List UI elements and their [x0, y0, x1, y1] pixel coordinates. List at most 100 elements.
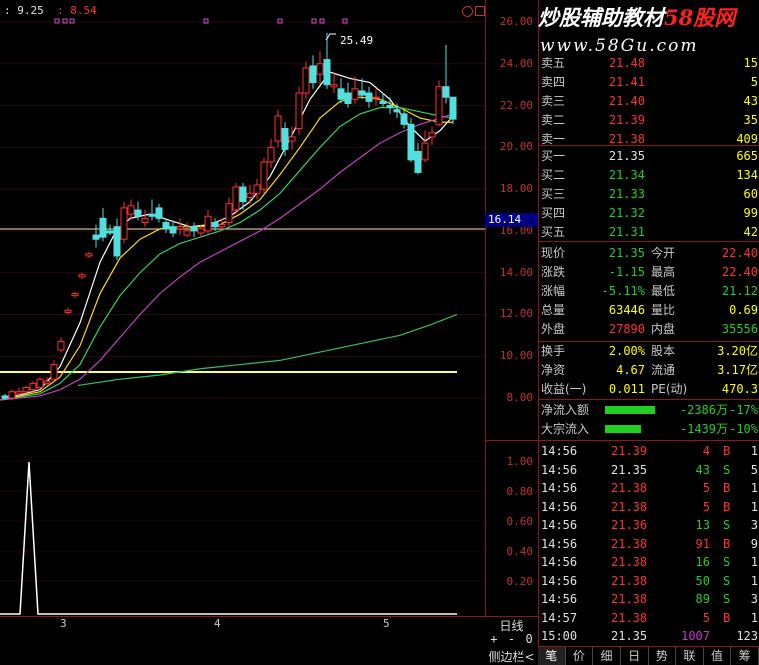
candle-body: [1, 395, 9, 399]
candle-body: [316, 63, 324, 75]
ask-volume: 35: [743, 113, 758, 127]
quote-value-2: 22.40: [721, 246, 758, 260]
candle-body: [57, 341, 65, 351]
quote-label: 涨幅: [541, 284, 566, 298]
tick-side: S: [723, 555, 731, 569]
tab-7[interactable]: 值: [704, 647, 732, 665]
tick-time: 14:56: [541, 462, 578, 477]
bid-row-3[interactable]: 买三 21.33 60: [539, 185, 759, 204]
bid-volume: 134: [736, 168, 758, 182]
fundamental-label: 换手: [541, 344, 566, 358]
close-icon[interactable]: [462, 6, 473, 17]
ask-row-4[interactable]: 卖四 21.41 5: [539, 73, 759, 92]
tab-3[interactable]: 细: [593, 647, 621, 665]
fundamental-value-2: 3.17亿: [717, 363, 758, 377]
ask-row-5[interactable]: 卖五 21.48 15: [539, 54, 759, 73]
quote-label: 现价: [541, 246, 566, 260]
tick-row: 14:56 21.38 50 S 1: [539, 572, 759, 591]
ask-row-2[interactable]: 卖二 21.39 35: [539, 111, 759, 130]
quote-label-2: 最低: [651, 284, 676, 298]
tick-side: B: [723, 481, 731, 495]
x-label-4: 4: [214, 617, 221, 630]
tick-row: 15:00 21.35 1007 123: [539, 627, 759, 646]
candle-body: [442, 86, 450, 98]
fund-flow-percent: -10%: [729, 422, 758, 436]
tab-2[interactable]: 价: [566, 647, 594, 665]
candlestick-chart[interactable]: 25.49: [0, 0, 485, 440]
quote-row: 现价 21.35 今开 22.40: [539, 244, 759, 263]
bid-row-1[interactable]: 买一 21.35 665: [539, 147, 759, 166]
quote-label-2: 量比: [651, 303, 676, 317]
tab-8[interactable]: 筹: [731, 647, 759, 665]
fund-flow-percent: -17%: [729, 403, 758, 417]
candle-body: [330, 84, 338, 88]
bid-volume: 99: [743, 206, 758, 220]
ask-row-3[interactable]: 卖三 21.40 43: [539, 92, 759, 111]
ask-volume: 15: [743, 56, 758, 70]
tick-price: 21.38: [611, 573, 648, 588]
tick-time: 14:56: [541, 444, 578, 458]
candle-body: [183, 230, 191, 236]
tick-row: 14:56 21.38 5 B 1: [539, 498, 759, 517]
tab-4[interactable]: 日: [621, 647, 649, 665]
tick-time: 14:57: [541, 610, 578, 625]
quote-panel: 卖五 21.48 15 卖四 21.41 5 卖三 21.40 43 卖二 21.39 35 卖一 21.…: [538, 0, 759, 646]
candle-body: [64, 309, 72, 313]
sidebar-toggle-button[interactable]: 侧边栏<: [485, 648, 538, 664]
quote-row: 涨幅 -5.11% 最低 21.12: [539, 282, 759, 301]
indicator-grid: [0, 460, 485, 582]
candle-body: [309, 65, 317, 84]
fundamental-row: 收益(一) 0.011 PE(动) 470.3: [539, 380, 759, 399]
panel-separator: [539, 440, 759, 441]
zoom-out-button[interactable]: -: [508, 632, 515, 648]
tick-volume: 5: [702, 481, 710, 495]
candle-body: [351, 88, 359, 100]
tab-5[interactable]: 势: [649, 647, 677, 665]
candle-body: [85, 253, 93, 257]
bid-volume: 665: [736, 149, 758, 163]
tick-row: 14:56 21.38 16 S 1: [539, 553, 759, 572]
candle-body: [148, 213, 156, 217]
candle-body: [260, 161, 268, 190]
x-label-5: 5: [383, 617, 390, 630]
zoom-reset-button[interactable]: 0: [526, 632, 533, 648]
indicator-tick: 0.60: [506, 515, 534, 528]
current-price-label: 16.14: [485, 213, 538, 227]
panel-tabs: 笔价细日势联值筹: [538, 646, 759, 665]
header-left-value: : 9.25: [4, 4, 44, 17]
tick-count: 123: [736, 629, 758, 643]
indicator-chart[interactable]: [0, 440, 485, 616]
tick-volume: 5: [702, 610, 710, 625]
tick-price: 21.35: [611, 462, 648, 477]
bid-label: 买三: [541, 187, 566, 201]
tab-6[interactable]: 联: [676, 647, 704, 665]
ask-volume: 43: [743, 94, 758, 108]
tab-1[interactable]: 笔: [538, 647, 566, 665]
indicator-tick: 1.00: [506, 455, 534, 468]
chart-header: : 9.25 : 8.54: [4, 4, 97, 17]
price-tick: 18.00: [499, 182, 533, 196]
period-selector[interactable]: 日线: [485, 616, 538, 633]
expand-icon[interactable]: [475, 6, 485, 16]
candle-body: [106, 230, 114, 234]
tick-volume: 16: [695, 555, 710, 569]
fundamental-label-2: 股本: [651, 344, 676, 358]
tick-row: 14:56 21.38 89 S 3: [539, 590, 759, 609]
bid-row-5[interactable]: 买五 21.31 42: [539, 223, 759, 242]
candle-body: [204, 215, 212, 232]
bid-volume: 60: [743, 187, 758, 201]
indicator-line: [0, 461, 457, 615]
fundamental-row: 净资 4.67 流通 3.17亿: [539, 361, 759, 380]
tick-time: 15:00: [541, 629, 578, 643]
candle-body: [43, 380, 51, 384]
bid-row-4[interactable]: 买四 21.32 99: [539, 204, 759, 223]
candle-body: [176, 226, 184, 230]
bid-row-2[interactable]: 买二 21.34 134: [539, 166, 759, 185]
zoom-in-button[interactable]: +: [490, 632, 497, 648]
fund-flow-amount: -2386万: [679, 403, 728, 417]
candle-body: [421, 142, 429, 161]
fundamental-value-2: 3.20亿: [717, 344, 758, 358]
tick-volume: 91: [695, 536, 710, 551]
candle-body: [190, 226, 198, 232]
bid-label: 买五: [541, 225, 566, 239]
